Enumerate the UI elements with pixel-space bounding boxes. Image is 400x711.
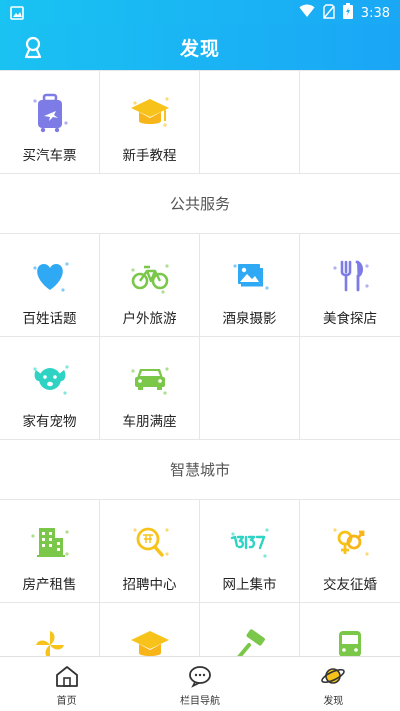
- grid-item-partial[interactable]: [100, 603, 200, 656]
- grid-item-dating[interactable]: 交友征婚: [300, 500, 400, 603]
- planet-icon: [320, 664, 346, 688]
- bus-icon: [327, 623, 373, 656]
- image-notification-icon: [10, 5, 24, 24]
- heart-icon: [27, 254, 73, 298]
- nav-label: 栏目导航: [179, 696, 220, 707]
- page-title: 发现: [179, 38, 220, 60]
- 315-icon: [227, 520, 273, 564]
- grid-item-partial[interactable]: [300, 603, 400, 656]
- grid-item-recruitment[interactable]: 招聘中心: [100, 500, 200, 603]
- building-icon: [27, 520, 73, 564]
- smart-city-grid: 房产租售 招聘中心 网上集市 交友征婚: [0, 500, 400, 656]
- grid-item-real-estate[interactable]: 房产租售: [0, 500, 100, 603]
- grid-item-bus-ticket[interactable]: 买汽车票: [0, 71, 100, 174]
- grid-item-outdoor[interactable]: 户外旅游: [100, 234, 200, 337]
- nav-item-home[interactable]: 首页: [0, 657, 133, 711]
- grid-item-label: 交友征婚: [323, 577, 377, 593]
- grid-item-label: 网上集市: [222, 577, 277, 593]
- paint-roller-icon: [227, 623, 273, 656]
- grid-item-empty: [300, 71, 400, 174]
- section-title-public: 公共服务: [0, 174, 400, 234]
- fork-knife-icon: [327, 254, 373, 298]
- grid-item-tutorial[interactable]: 新手教程: [100, 71, 200, 174]
- grid-item-label: 家有宠物: [22, 414, 77, 430]
- graduation-cap-icon: [127, 91, 173, 135]
- grid-item-label: 百姓话题: [22, 311, 77, 327]
- grid-item-label: 买汽车票: [22, 148, 77, 164]
- dog-icon: [27, 357, 73, 401]
- grid-item-label: 美食探店: [323, 311, 377, 327]
- grid-item-photography[interactable]: 酒泉摄影: [200, 234, 300, 337]
- nav-label: 首页: [56, 696, 77, 707]
- app-header: 发现: [0, 24, 400, 70]
- grid-item-partial[interactable]: [200, 603, 300, 656]
- discover-content[interactable]: 买汽车票 新手教程 公共服务 百姓话题 户外旅游 酒泉摄影 美食探店 家有宠物 …: [0, 70, 400, 656]
- grid-item-empty: [200, 71, 300, 174]
- bicycle-icon: [127, 254, 173, 298]
- grid-item-label: 车朋满座: [122, 414, 177, 430]
- top-grid: 买汽车票 新手教程: [0, 70, 400, 174]
- nav-item-discover[interactable]: 发现: [267, 657, 400, 711]
- wifi-icon: [299, 4, 315, 22]
- grid-item-label: 房产租售: [22, 577, 77, 593]
- grid-item-topics[interactable]: 百姓话题: [0, 234, 100, 337]
- status-bar: 3:38: [0, 0, 400, 24]
- chat-bubbles-icon: [187, 664, 213, 688]
- recruit-search-icon: [127, 520, 173, 564]
- pinwheel-icon: [27, 623, 73, 656]
- car-icon: [127, 357, 173, 401]
- grid-item-market[interactable]: 网上集市: [200, 500, 300, 603]
- nav-item-columns[interactable]: 栏目导航: [133, 657, 266, 711]
- grid-item-empty: [300, 337, 400, 440]
- no-sim-icon: [323, 3, 335, 23]
- grid-item-food[interactable]: 美食探店: [300, 234, 400, 337]
- bottom-nav: 首页 栏目导航 发现: [0, 656, 400, 711]
- grid-item-pets[interactable]: 家有宠物: [0, 337, 100, 440]
- battery-charging-icon: [342, 3, 353, 23]
- home-icon: [54, 664, 80, 688]
- grid-item-empty: [200, 337, 300, 440]
- section-title-smart-city: 智慧城市: [0, 440, 400, 500]
- gender-rings-icon: [327, 520, 373, 564]
- graduation-cap-icon: [127, 623, 173, 656]
- public-services-grid: 百姓话题 户外旅游 酒泉摄影 美食探店 家有宠物 车朋满座: [0, 234, 400, 440]
- status-time: 3:38: [360, 5, 390, 21]
- luggage-bus-icon: [27, 91, 73, 135]
- grid-item-label: 新手教程: [122, 148, 177, 164]
- grid-item-partial[interactable]: [0, 603, 100, 656]
- nav-label: 发现: [323, 696, 344, 707]
- grid-item-label: 户外旅游: [122, 311, 177, 327]
- grid-item-label: 招聘中心: [122, 577, 177, 593]
- grid-item-label: 酒泉摄影: [222, 311, 277, 327]
- grid-item-carpool[interactable]: 车朋满座: [100, 337, 200, 440]
- photo-icon: [227, 254, 273, 298]
